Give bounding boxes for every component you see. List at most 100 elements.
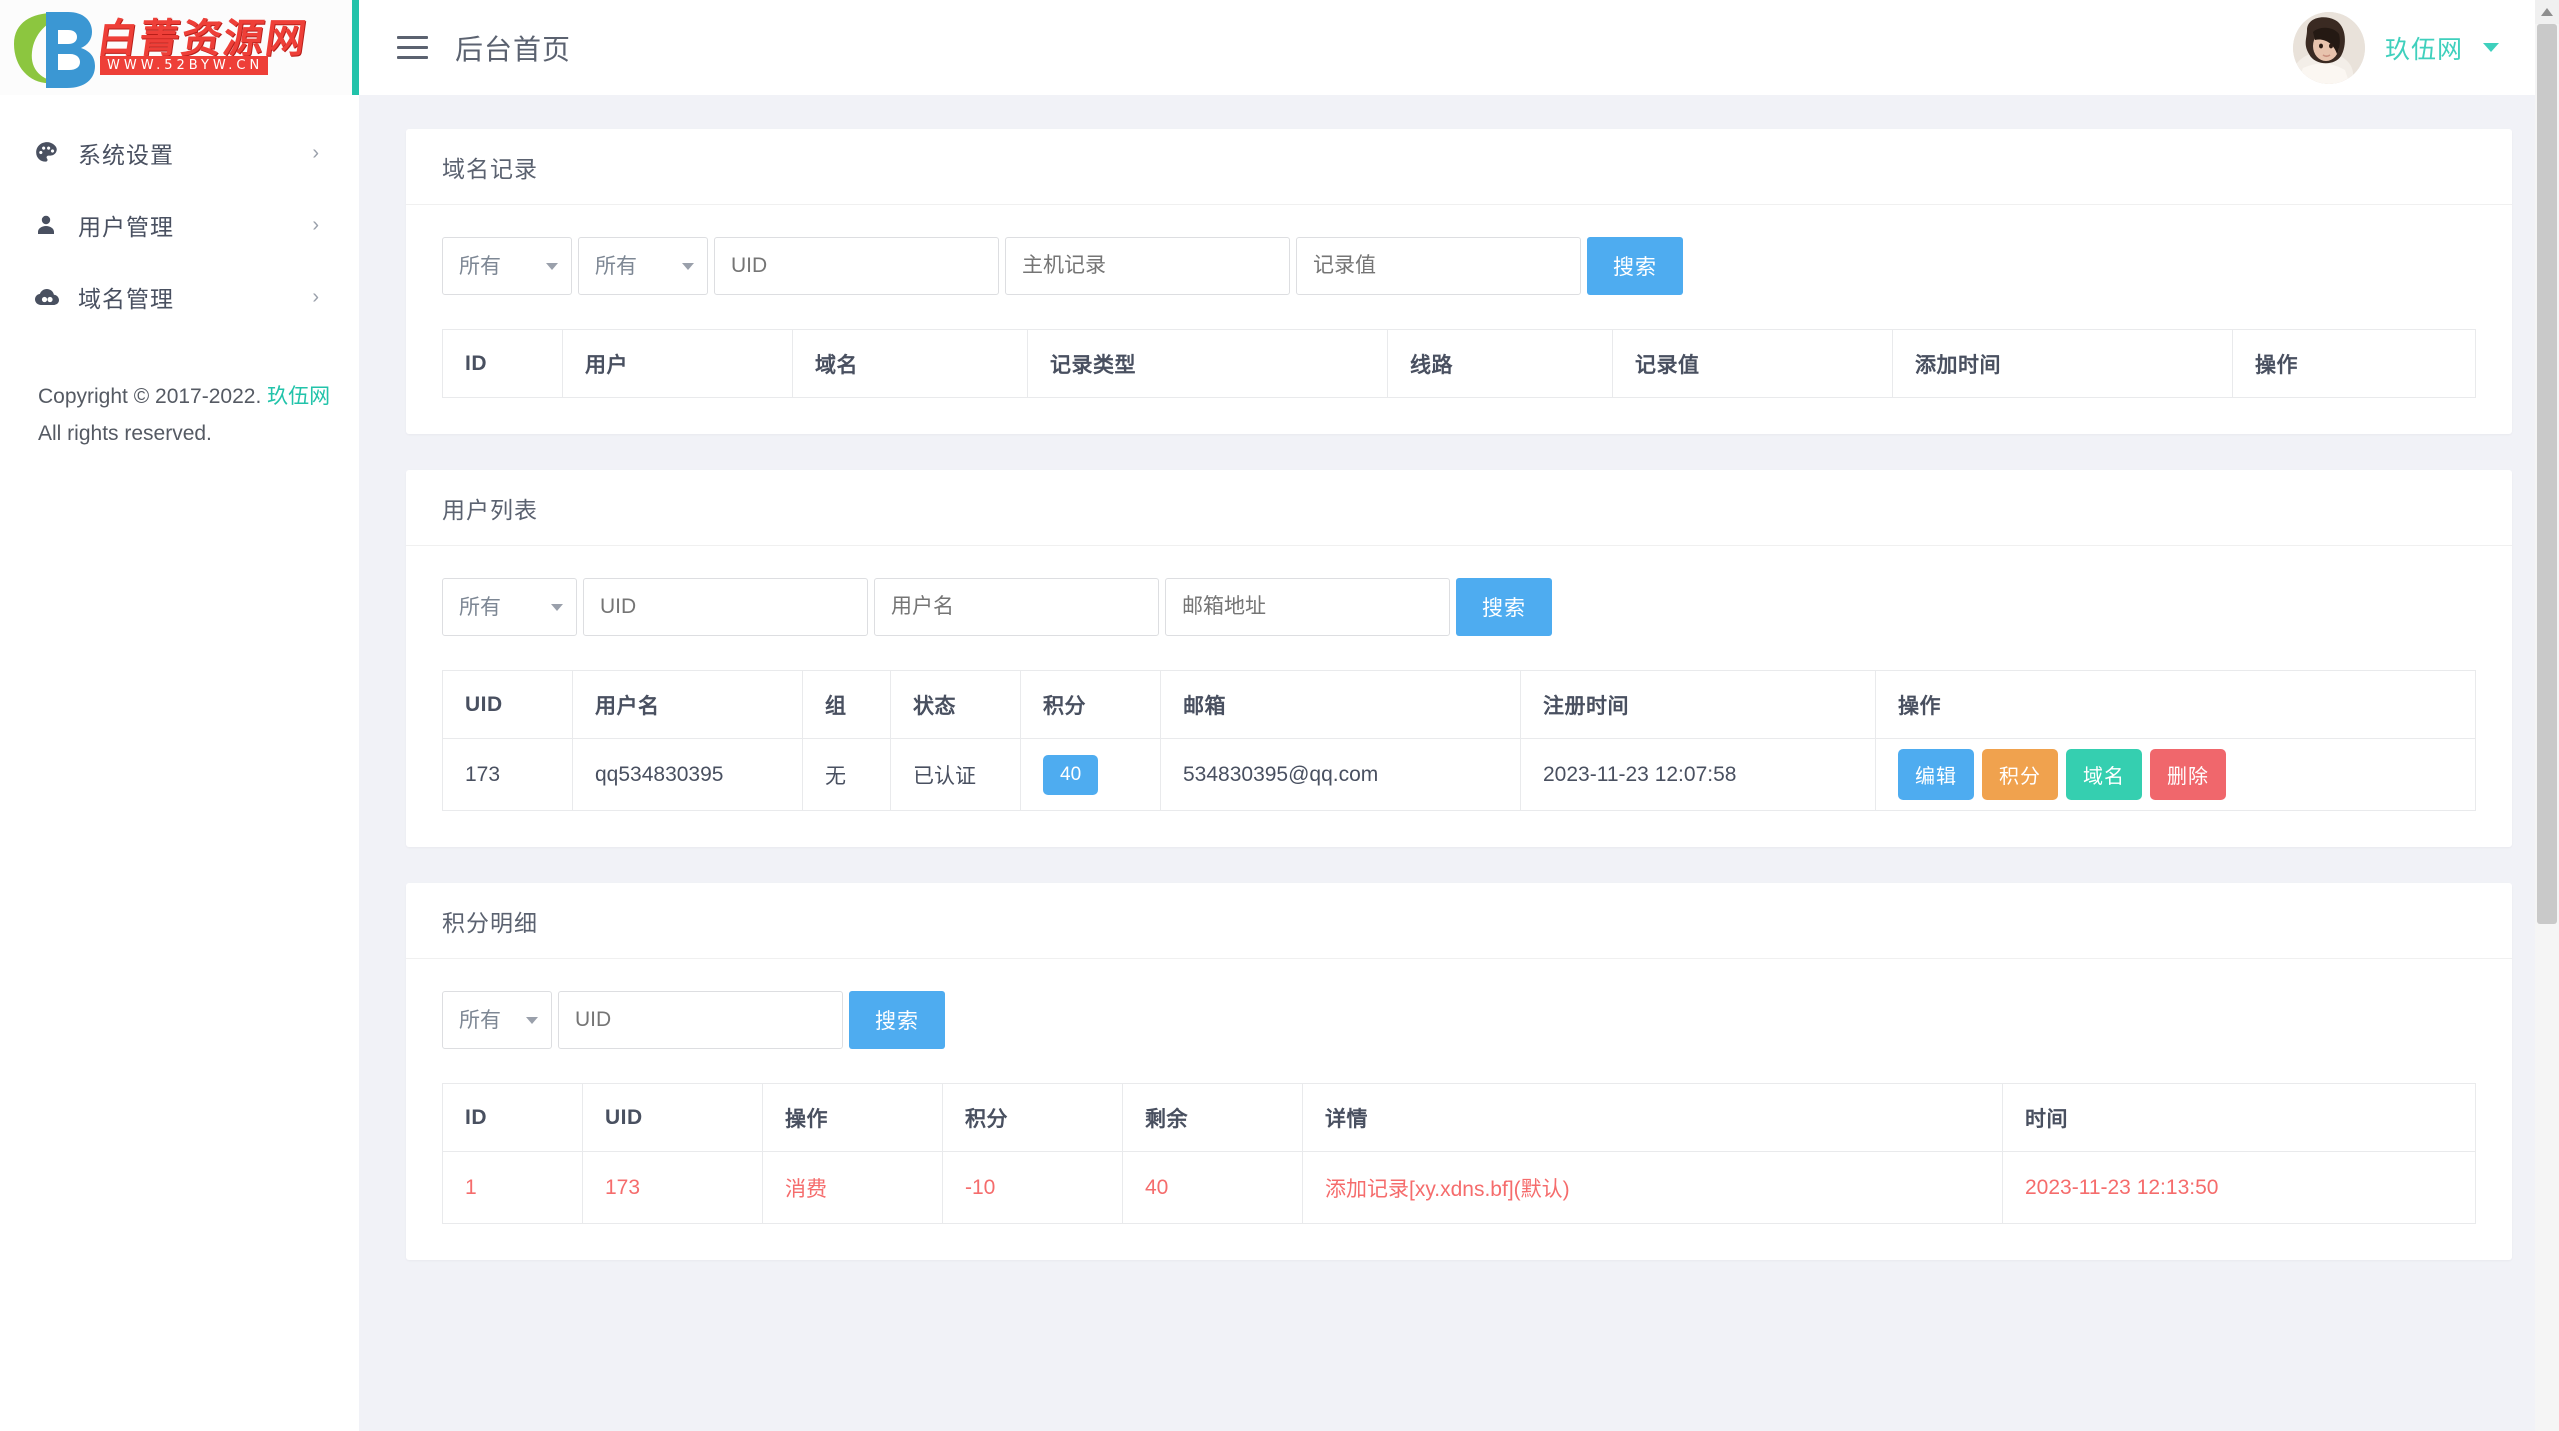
user-uid-input[interactable] — [583, 578, 868, 636]
cell-group: 无 — [803, 739, 891, 811]
col-uid: UID — [583, 1084, 763, 1152]
card-domain-records: 域名记录 所有 所有 — [406, 129, 2512, 434]
page-scrollbar[interactable] — [2535, 0, 2559, 1431]
sidebar: 白菁资源网 WWW.52BYW.CN 系统设置 › — [0, 0, 359, 1431]
card-title: 积分明细 — [442, 904, 538, 938]
table-row[interactable]: 1 173 消费 -10 40 添加记录[xy.xdns.bf](默认) 202… — [443, 1152, 2476, 1224]
col-record-type: 记录类型 — [1028, 330, 1388, 398]
row-action-buttons: 编辑 积分 域名 删除 — [1898, 749, 2453, 800]
copyright-text: Copyright © 2017-2022. — [38, 385, 267, 408]
sidebar-item-label: 域名管理 — [70, 280, 174, 314]
table-row[interactable]: 173 qq534830395 无 已认证 40 534830395@qq.co… — [443, 739, 2476, 811]
col-register-time: 注册时间 — [1521, 671, 1876, 739]
col-group: 组 — [803, 671, 891, 739]
cell-points: -10 — [943, 1152, 1123, 1224]
chevron-down-icon[interactable] — [2483, 43, 2499, 52]
cell-id: 1 — [443, 1152, 583, 1224]
card-body: 所有 所有 搜索 — [406, 205, 2512, 434]
card-body: 所有 搜索 UID 用户名 — [406, 546, 2512, 847]
avatar — [2293, 12, 2365, 84]
user-username-input[interactable] — [874, 578, 1159, 636]
cell-time: 2023-11-23 12:13:50 — [2003, 1152, 2476, 1224]
col-points: 积分 — [943, 1084, 1123, 1152]
domain-value-input[interactable] — [1296, 237, 1581, 295]
col-record-value: 记录值 — [1613, 330, 1893, 398]
sidebar-nav: 系统设置 › 用户管理 › — [0, 95, 359, 333]
user-list-filters: 所有 搜索 — [442, 578, 2476, 636]
hamburger-icon[interactable] — [397, 36, 428, 59]
col-id: ID — [443, 1084, 583, 1152]
sidebar-item-domain-management[interactable]: 域名管理 › — [0, 261, 359, 333]
cell-points: 40 — [1021, 739, 1161, 811]
table-header-row: ID UID 操作 积分 剩余 详情 时间 — [443, 1084, 2476, 1152]
col-id: ID — [443, 330, 563, 398]
domain-host-input[interactable] — [1005, 237, 1290, 295]
cell-operations: 编辑 积分 域名 删除 — [1876, 739, 2476, 811]
user-email-input[interactable] — [1165, 578, 1450, 636]
copyright-link[interactable]: 玖伍网 — [267, 385, 330, 408]
points-filter-select-1[interactable]: 所有 — [442, 991, 552, 1049]
logo-accent-bar — [352, 0, 359, 95]
table-header: ID 用户 域名 记录类型 线路 记录值 添加时间 操作 — [443, 330, 2476, 398]
card-body: 所有 搜索 ID UID 操作 积 — [406, 959, 2512, 1260]
site-logo-watermark: 白菁资源网 WWW.52BYW.CN — [0, 0, 359, 95]
points-badge[interactable]: 40 — [1043, 755, 1098, 795]
domain-search-button[interactable]: 搜索 — [1587, 237, 1683, 295]
cell-register-time: 2023-11-23 12:07:58 — [1521, 739, 1876, 811]
domain-filter-select-1-wrap: 所有 — [442, 237, 572, 295]
col-remaining: 剩余 — [1123, 1084, 1303, 1152]
points-filter-select-1-wrap: 所有 — [442, 991, 552, 1049]
col-line: 线路 — [1388, 330, 1613, 398]
col-email: 邮箱 — [1161, 671, 1521, 739]
copyright-line: Copyright © 2017-2022. 玖伍网 — [38, 379, 359, 416]
palette-icon — [34, 140, 70, 166]
col-username: 用户名 — [573, 671, 803, 739]
chevron-right-icon: › — [312, 215, 319, 235]
watermark-url: WWW.52BYW.CN — [100, 56, 268, 75]
card-header: 域名记录 — [406, 129, 2512, 205]
col-uid: UID — [443, 671, 573, 739]
domain-records-filters: 所有 所有 搜索 — [442, 237, 2476, 295]
col-detail: 详情 — [1303, 1084, 2003, 1152]
topbar: 后台首页 — [359, 0, 2559, 95]
user-list-table: UID 用户名 组 状态 积分 邮箱 注册时间 操作 — [442, 670, 2476, 811]
sidebar-footer: Copyright © 2017-2022. 玖伍网 All rights re… — [0, 333, 359, 453]
user-menu[interactable]: 玖伍网 — [2293, 0, 2499, 95]
logo-area[interactable]: 白菁资源网 WWW.52BYW.CN — [0, 0, 359, 95]
col-user: 用户 — [563, 330, 793, 398]
sidebar-item-user-management[interactable]: 用户管理 › — [0, 189, 359, 261]
card-title: 域名记录 — [442, 150, 538, 184]
domain-filter-select-1[interactable]: 所有 — [442, 237, 572, 295]
points-detail-table-body: 1 173 消费 -10 40 添加记录[xy.xdns.bf](默认) 202… — [443, 1152, 2476, 1224]
scrollbar-thumb[interactable] — [2537, 24, 2557, 924]
chevron-right-icon: › — [312, 143, 319, 163]
col-time: 时间 — [2003, 1084, 2476, 1152]
domain-records-table: ID 用户 域名 记录类型 线路 记录值 添加时间 操作 — [442, 329, 2476, 398]
sidebar-item-system-settings[interactable]: 系统设置 › — [0, 117, 359, 189]
points-search-button[interactable]: 搜索 — [849, 991, 945, 1049]
col-domain: 域名 — [793, 330, 1028, 398]
cell-email: 534830395@qq.com — [1161, 739, 1521, 811]
edit-button[interactable]: 编辑 — [1898, 749, 1974, 800]
points-button[interactable]: 积分 — [1982, 749, 2058, 800]
user-filter-select-1-wrap: 所有 — [442, 578, 577, 636]
table-header-row: ID 用户 域名 记录类型 线路 记录值 添加时间 操作 — [443, 330, 2476, 398]
watermark-title: 白菁资源网 — [94, 6, 312, 64]
domain-button[interactable]: 域名 — [2066, 749, 2142, 800]
card-title: 用户列表 — [442, 491, 538, 525]
scroll-up-button[interactable] — [2535, 0, 2559, 24]
cell-operation: 消费 — [763, 1152, 943, 1224]
domain-filter-select-2[interactable]: 所有 — [578, 237, 708, 295]
points-uid-input[interactable] — [558, 991, 843, 1049]
card-header: 积分明细 — [406, 883, 2512, 959]
cell-detail: 添加记录[xy.xdns.bf](默认) — [1303, 1152, 2003, 1224]
sidebar-item-label: 用户管理 — [70, 208, 174, 242]
delete-button[interactable]: 删除 — [2150, 749, 2226, 800]
col-operation: 操作 — [763, 1084, 943, 1152]
user-list-table-body: 173 qq534830395 无 已认证 40 534830395@qq.co… — [443, 739, 2476, 811]
domain-uid-input[interactable] — [714, 237, 999, 295]
user-search-button[interactable]: 搜索 — [1456, 578, 1552, 636]
col-operations: 操作 — [1876, 671, 2476, 739]
user-filter-select-1[interactable]: 所有 — [442, 578, 577, 636]
cell-remaining: 40 — [1123, 1152, 1303, 1224]
